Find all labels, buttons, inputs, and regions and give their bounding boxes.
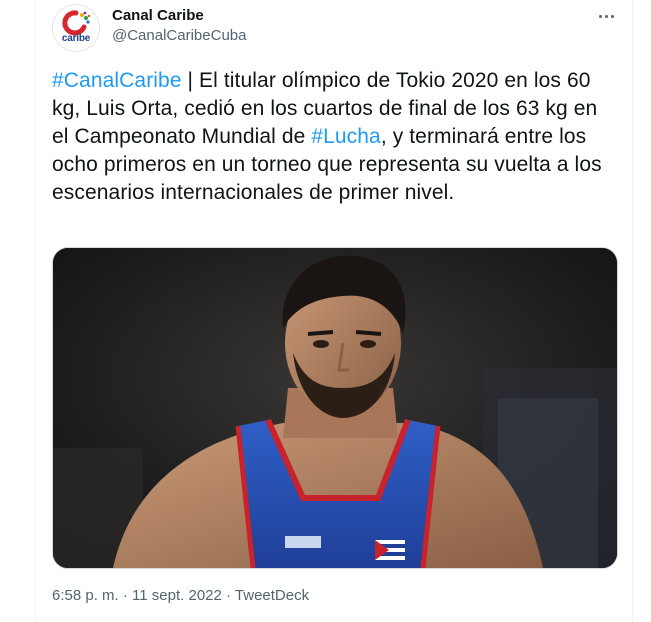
hashtag-lucha[interactable]: #Lucha (311, 125, 381, 148)
account-avatar[interactable]: caribe (52, 4, 100, 52)
tweet-text: #CanalCaribe | El titular olímpico de To… (52, 67, 618, 207)
tweet-meta: 6:58 p. m. · 11 sept. 2022 · TweetDeck (52, 586, 309, 606)
account-handle[interactable]: @CanalCaribeCuba (112, 26, 246, 46)
tweet-header: caribe Canal Caribe @CanalCaribeCuba (52, 0, 618, 56)
meta-separator: · (118, 587, 133, 604)
tweet-photo[interactable] (52, 247, 618, 569)
tweet-source[interactable]: TweetDeck (235, 587, 309, 604)
more-options-icon-dot (604, 14, 608, 18)
tweet-time[interactable]: 6:58 p. m. (52, 587, 119, 604)
wrestler-photo-image (53, 248, 617, 568)
more-options-icon (598, 14, 602, 18)
avatar-logo-text: caribe (61, 33, 91, 44)
account-names: Canal Caribe @CanalCaribeCuba (112, 6, 246, 46)
tweet-date[interactable]: 11 sept. 2022 (132, 587, 222, 604)
display-name[interactable]: Canal Caribe (112, 6, 246, 26)
canal-caribe-logo-icon (62, 10, 91, 36)
more-options-button[interactable] (594, 6, 618, 26)
meta-separator-2: · (221, 587, 235, 604)
more-options-icon-dot (610, 14, 614, 18)
hashtag-canalcaribe[interactable]: #CanalCaribe (52, 69, 182, 92)
